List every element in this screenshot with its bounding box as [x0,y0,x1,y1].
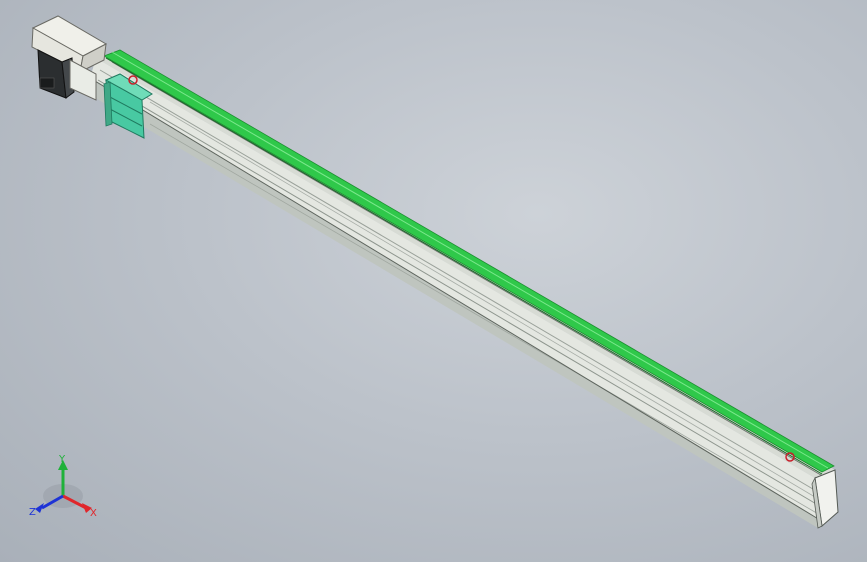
z-axis-label: Z [29,507,36,518]
orientation-triad: Y X Z [29,454,97,519]
x-axis-label: X [90,508,97,519]
y-axis-label: Y [58,454,66,465]
graphics-viewport[interactable]: Y X Z [0,0,867,562]
